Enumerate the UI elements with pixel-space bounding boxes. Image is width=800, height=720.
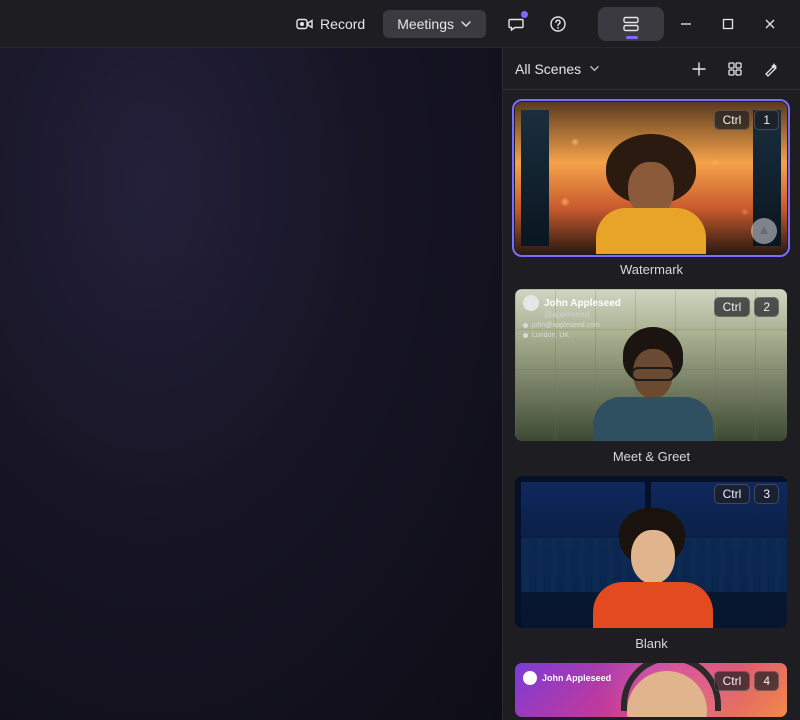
scene-thumbnail-4[interactable]: John Appleseed Ctrl 4 <box>515 663 787 717</box>
scene-shortcut: Ctrl 3 <box>714 484 779 504</box>
watermark-badge-icon <box>751 218 777 244</box>
shortcut-key: Ctrl <box>714 297 751 317</box>
scenes-dropdown[interactable]: All Scenes <box>515 61 600 77</box>
titlebar: Record Meetings <box>0 0 800 48</box>
avatar-icon <box>523 295 539 311</box>
shortcut-num: 4 <box>754 671 779 691</box>
shortcut-key: Ctrl <box>714 110 751 130</box>
shortcut-num: 3 <box>754 484 779 504</box>
notification-dot <box>521 11 528 18</box>
record-button[interactable]: Record <box>286 9 375 39</box>
minimize-icon <box>680 18 692 30</box>
record-label: Record <box>320 16 365 32</box>
avatar-icon <box>523 671 537 685</box>
shortcut-key: Ctrl <box>714 484 751 504</box>
overlay-name: John Appleseed <box>544 298 621 309</box>
magic-pen-icon <box>763 61 779 77</box>
preview-canvas[interactable] <box>0 48 502 720</box>
shortcut-num: 2 <box>754 297 779 317</box>
plus-icon <box>691 61 707 77</box>
shortcut-key: Ctrl <box>714 671 751 691</box>
window-maximize-button[interactable] <box>708 6 748 42</box>
scenes-dropdown-label: All Scenes <box>515 61 581 77</box>
scene-thumbnail-1[interactable]: Ctrl 1 <box>515 102 787 254</box>
scene-item-1: Ctrl 1 Watermark <box>515 102 788 277</box>
scene-shortcut: Ctrl 2 <box>714 297 779 317</box>
scene-item-2: John Appleseed @appleseed john@appleseed… <box>515 289 788 464</box>
record-icon <box>296 15 314 33</box>
maximize-icon <box>722 18 734 30</box>
scenes-sidebar: All Scenes <box>502 48 800 720</box>
scene-style-button[interactable] <box>754 54 788 84</box>
chevron-down-icon <box>589 63 600 74</box>
window-close-button[interactable] <box>750 6 790 42</box>
scene-label: Watermark <box>515 262 788 277</box>
close-icon <box>764 18 776 30</box>
scene-thumbnail-2[interactable]: John Appleseed @appleseed john@appleseed… <box>515 289 787 441</box>
chat-button[interactable] <box>496 6 536 42</box>
panel-toggle-button[interactable] <box>598 7 664 41</box>
scene-shortcut: Ctrl 4 <box>714 671 779 691</box>
meetings-label: Meetings <box>397 16 454 32</box>
scene-shortcut: Ctrl 1 <box>714 110 779 130</box>
panel-layout-icon <box>621 16 641 32</box>
sidebar-header: All Scenes <box>503 48 800 90</box>
meetings-dropdown[interactable]: Meetings <box>383 10 486 38</box>
scene-label: Blank <box>515 636 788 651</box>
scene-list[interactable]: Ctrl 1 Watermark John Appleseed @applese… <box>503 90 800 720</box>
active-indicator <box>626 36 638 39</box>
scene-label: Meet & Greet <box>515 449 788 464</box>
scene-item-4: John Appleseed Ctrl 4 <box>515 663 788 717</box>
help-icon <box>549 15 567 33</box>
overlay-handle: @appleseed <box>544 310 663 319</box>
help-button[interactable] <box>538 6 578 42</box>
grid-icon <box>727 61 743 77</box>
scene-item-3: Ctrl 3 Blank <box>515 476 788 651</box>
shortcut-num: 1 <box>754 110 779 130</box>
add-scene-button[interactable] <box>682 54 716 84</box>
scene-thumbnail-3[interactable]: Ctrl 3 <box>515 476 787 628</box>
scene-grid-button[interactable] <box>718 54 752 84</box>
chevron-down-icon <box>460 18 472 30</box>
overlay-location: London, UK <box>532 332 569 339</box>
window-minimize-button[interactable] <box>666 6 706 42</box>
